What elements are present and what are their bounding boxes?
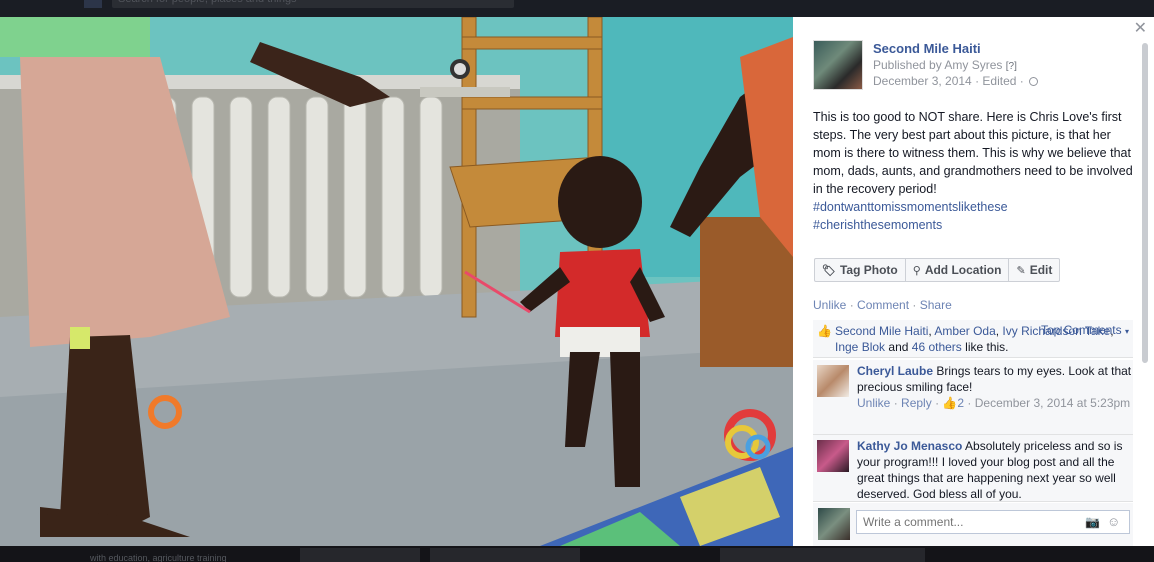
background-thumbnail [300, 548, 420, 562]
camera-icon[interactable]: 📷 [1085, 515, 1100, 529]
others-link[interactable]: 46 others [912, 340, 962, 354]
post-meta: December 3, 2014 · Edited · [873, 74, 1039, 88]
thumbs-up-icon: 👍 [817, 324, 832, 338]
comment-unlike-link[interactable]: Unlike [857, 396, 890, 410]
like-this-text: like this. [965, 340, 1009, 354]
comment-item: Kathy Jo Menasco Absolutely priceless an… [813, 435, 1133, 502]
globe-icon[interactable] [1029, 77, 1039, 86]
edited-link[interactable]: Edited [982, 74, 1016, 88]
chevron-down-icon: ▾ [1124, 327, 1129, 336]
unlike-link[interactable]: Unlike [813, 298, 846, 312]
post-detail-panel: ✕ Second Mile Haiti Published by Amy Syr… [793, 17, 1154, 546]
comment-composer: 📷 ☺ [813, 503, 1133, 546]
photo-illustration [0, 17, 793, 546]
post-body: This is too good to NOT share. Here is C… [813, 108, 1138, 234]
edit-label: Edit [1029, 263, 1053, 277]
tag-photo-button[interactable]: 🏷 Tag Photo [814, 258, 906, 282]
link-separator: · [912, 298, 917, 312]
likes-summary: 👍 Second Mile Haiti, Amber Oda, Ivy Rich… [813, 320, 1133, 358]
published-by: Published by Amy Syres [?] [873, 58, 1017, 72]
comment-reply-link[interactable]: Reply [901, 396, 932, 410]
photo-action-buttons: 🏷 Tag Photo ⚲ Add Location ✎ Edit [814, 258, 1061, 282]
post-date-link[interactable]: December 3, 2014 [873, 74, 972, 88]
comment-body: Kathy Jo Menasco Absolutely priceless an… [857, 438, 1133, 502]
liker-link[interactable]: Second Mile Haiti [835, 324, 928, 338]
ufi-action-links: Unlike · Comment · Share [813, 298, 952, 312]
hashtag-link[interactable]: #dontwanttomissmomentslikethese [813, 198, 1138, 216]
thumbs-up-icon: 👍 [942, 396, 958, 410]
comment-author-link[interactable]: Cheryl Laube [857, 364, 933, 378]
top-comments-dropdown[interactable]: Top Comments ▾ [1041, 323, 1129, 337]
meta-separator: · [975, 74, 980, 88]
share-link[interactable]: Share [920, 298, 952, 312]
post-text: This is too good to NOT share. Here is C… [813, 110, 1133, 196]
location-pin-icon: ⚲ [912, 264, 921, 277]
meta-separator: · [1019, 74, 1024, 88]
post-photo[interactable] [0, 17, 793, 546]
add-location-label: Add Location [924, 263, 1002, 277]
add-location-button[interactable]: ⚲ Add Location [904, 258, 1010, 282]
comment-link[interactable]: Comment [857, 298, 909, 312]
commenter-avatar[interactable] [817, 365, 849, 397]
tag-photo-label: Tag Photo [839, 263, 898, 277]
link-separator: · [967, 396, 972, 410]
hashtag-link[interactable]: #cherishthesemoments [813, 216, 1138, 234]
link-separator: · [893, 396, 898, 410]
background-thumbnail [430, 548, 580, 562]
panel-scrollbar[interactable] [1142, 43, 1148, 363]
tag-icon: 🏷 [822, 264, 836, 277]
comment-item: Cheryl Laube Brings tears to my eyes. Lo… [813, 360, 1133, 435]
link-separator: · [849, 298, 854, 312]
background-logo [84, 0, 102, 8]
edit-button[interactable]: ✎ Edit [1008, 258, 1061, 282]
comment-timestamp[interactable]: December 3, 2014 at 5:23pm [975, 396, 1130, 410]
published-by-text[interactable]: Published by Amy Syres [873, 58, 1002, 72]
page-name-link[interactable]: Second Mile Haiti [873, 41, 981, 56]
background-topbar: Search for people, places and things [0, 0, 1154, 17]
commenter-avatar[interactable] [817, 440, 849, 472]
and-word: and [888, 340, 909, 354]
comment-likes-link[interactable]: 👍2 [942, 396, 964, 410]
published-help-badge[interactable]: [?] [1006, 61, 1017, 72]
comment-like-count: 2 [957, 396, 965, 410]
background-thumbnail [720, 548, 925, 562]
background-search-input[interactable]: Search for people, places and things [112, 0, 514, 8]
page-avatar[interactable] [813, 40, 863, 90]
background-footer-text: with education, agriculture training [90, 553, 227, 562]
pencil-icon: ✎ [1016, 264, 1026, 277]
comment-body: Cheryl Laube Brings tears to my eyes. Lo… [857, 363, 1133, 411]
user-avatar [818, 508, 850, 540]
comment-author-link[interactable]: Kathy Jo Menasco [857, 439, 962, 453]
liker-link[interactable]: Amber Oda [934, 324, 995, 338]
top-comments-label: Top Comments [1040, 323, 1122, 337]
link-separator: · [935, 396, 940, 410]
comment-actions: Unlike · Reply · 👍2 · December 3, 2014 a… [857, 395, 1133, 411]
liker-link[interactable]: Inge Blok [835, 340, 885, 354]
emoji-icon[interactable]: ☺ [1107, 514, 1120, 529]
close-icon[interactable]: ✕ [1134, 21, 1147, 37]
